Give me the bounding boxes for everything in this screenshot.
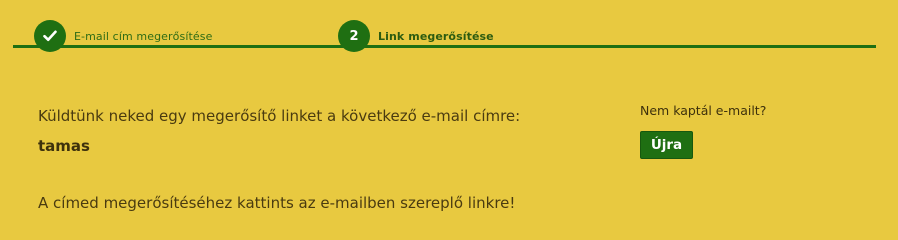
instruction-text: A címed megerősítéséhez kattints az e-ma… [38, 194, 516, 212]
checkmark-icon [43, 30, 57, 42]
step-1-circle [34, 20, 66, 52]
resend-button[interactable]: Újra [640, 131, 693, 159]
resend-panel: Nem kaptál e-mailt? Újra [640, 102, 860, 159]
step-email-confirmation: E-mail cím megerősítése [34, 20, 212, 52]
resend-question: Nem kaptál e-mailt? [640, 103, 767, 118]
progress-stepper: E-mail cím megerősítése 2 Link megerősít… [0, 0, 898, 60]
step-2-circle: 2 [338, 20, 370, 52]
step-1-label: E-mail cím megerősítése [74, 29, 213, 43]
step-link-confirmation: 2 Link megerősítése [338, 20, 494, 52]
step-2-label: Link megerősítése [378, 29, 494, 43]
confirmation-message: Küldtünk neked egy megerősítő linket a k… [38, 106, 598, 156]
intro-text: Küldtünk neked egy megerősítő linket a k… [38, 107, 521, 125]
email-address: tamas [38, 137, 90, 155]
